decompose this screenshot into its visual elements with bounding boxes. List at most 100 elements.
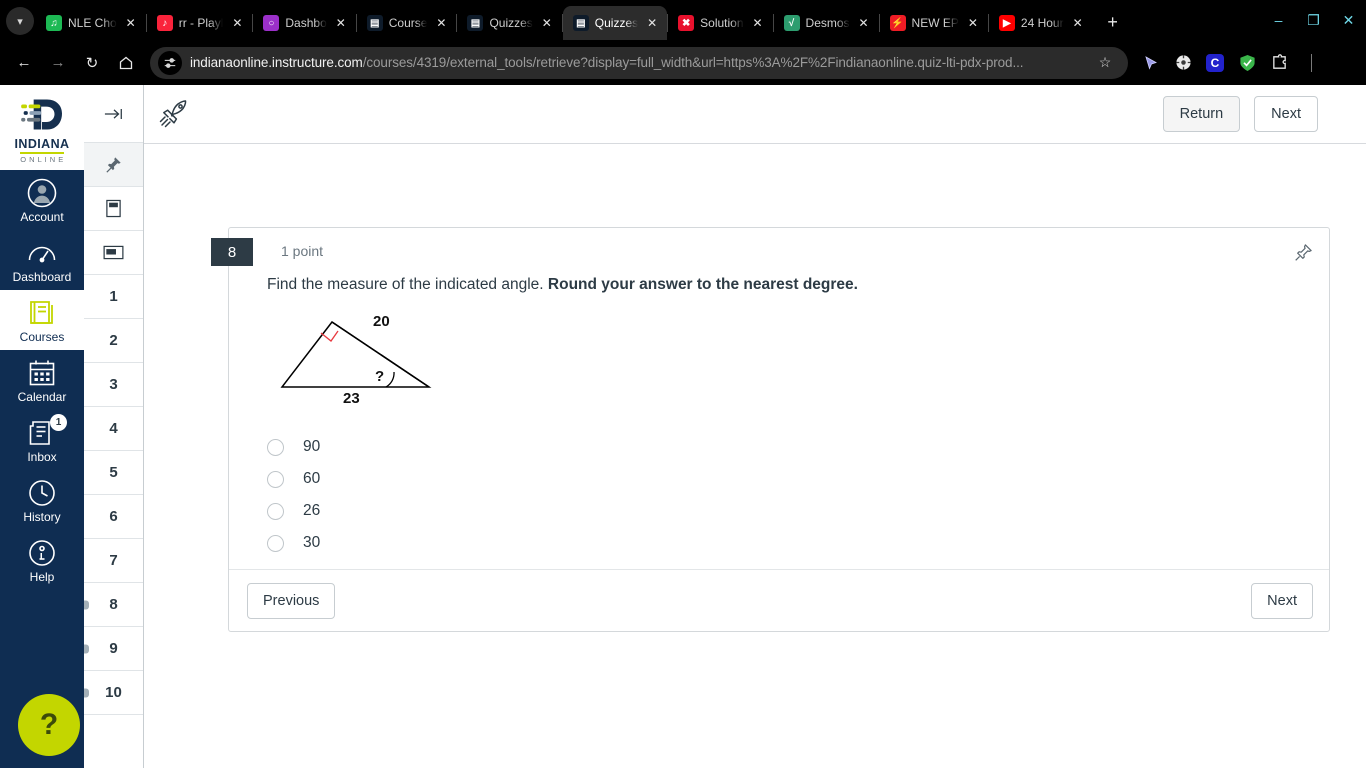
- answer-label: 26: [303, 502, 321, 519]
- tab-title: NLE Cho: [68, 16, 117, 30]
- sidebar-item-label: Inbox: [27, 450, 57, 464]
- rail-question-label: 5: [109, 464, 118, 481]
- tab-close-icon[interactable]: ✕: [229, 15, 245, 31]
- window-close-button[interactable]: ✕: [1331, 0, 1366, 40]
- rail-tool-notes[interactable]: [84, 187, 143, 231]
- rail-question-1[interactable]: 1: [84, 275, 143, 319]
- sidebar-item-help[interactable]: Help: [0, 530, 84, 590]
- answer-option[interactable]: 60: [267, 463, 1329, 495]
- tab-close-icon[interactable]: ✕: [644, 15, 660, 31]
- answer-option[interactable]: 30: [267, 527, 1329, 559]
- sidebar-item-calendar[interactable]: Calendar: [0, 350, 84, 410]
- rail-tool-display[interactable]: [84, 231, 143, 275]
- sidebar-item-history[interactable]: History: [0, 470, 84, 530]
- previous-button[interactable]: Previous: [247, 582, 336, 619]
- window-minimize-button[interactable]: –: [1261, 0, 1296, 40]
- rail-question-6[interactable]: 6: [84, 495, 143, 539]
- globe-icon[interactable]: [1168, 47, 1198, 79]
- rail-question-8[interactable]: 8: [84, 583, 143, 627]
- next-button-bottom[interactable]: Next: [1251, 582, 1313, 619]
- sidebar-item-dashboard[interactable]: Dashboard: [0, 230, 84, 290]
- question-flag-marker: [84, 688, 89, 697]
- tab-title: Quizzes: [489, 16, 533, 30]
- question-card-footer: Previous Next: [229, 569, 1329, 631]
- question-card: 8 1 point Find the measure of the indica…: [211, 227, 1330, 632]
- question-flag-marker: [84, 644, 89, 653]
- tab-close-icon[interactable]: ✕: [333, 15, 349, 31]
- new-tab-button[interactable]: +: [1099, 8, 1127, 36]
- reload-button[interactable]: ↻: [76, 47, 108, 79]
- tab-close-icon[interactable]: ✕: [539, 15, 555, 31]
- rail-question-9[interactable]: 9: [84, 627, 143, 671]
- home-button[interactable]: [110, 47, 142, 79]
- browser-tab[interactable]: ▤ Quizzes ✕: [457, 6, 561, 40]
- radio-button[interactable]: [267, 502, 284, 520]
- browser-tab[interactable]: ▤ Course ✕: [357, 6, 457, 40]
- rail-question-10[interactable]: 10: [84, 671, 143, 715]
- calendar-icon: [27, 358, 57, 388]
- browser-tab[interactable]: ▤ Quizzes ✕: [562, 6, 668, 40]
- sidebar-item-inbox[interactable]: Inbox 1: [0, 410, 84, 470]
- note-card-icon: [106, 199, 121, 218]
- browser-tab[interactable]: ○ Dashbo ✕: [253, 6, 355, 40]
- tab-close-icon[interactable]: ✕: [1070, 15, 1086, 31]
- collapse-panel-icon[interactable]: [84, 85, 143, 143]
- tab-search-chevron-down-icon[interactable]: ▾: [6, 7, 34, 35]
- puzzle-icon[interactable]: [1264, 47, 1294, 79]
- quiz-main: Return Next 8 1 point Find the measure o…: [144, 85, 1366, 768]
- back-button[interactable]: ←: [8, 47, 40, 79]
- star-icon[interactable]: ☆: [1092, 47, 1118, 79]
- rail-question-7[interactable]: 7: [84, 539, 143, 583]
- help-bubble-button[interactable]: ?: [18, 694, 80, 756]
- clock-icon: [27, 478, 57, 508]
- tab-close-icon[interactable]: ✕: [750, 15, 766, 31]
- radio-button[interactable]: [267, 534, 284, 552]
- tab-close-icon[interactable]: ✕: [433, 15, 449, 31]
- extension-c-icon[interactable]: C: [1200, 47, 1230, 79]
- radio-button[interactable]: [267, 470, 284, 488]
- toolbar-divider: [1296, 47, 1326, 79]
- logo-text-line2: O N L I N E: [20, 151, 64, 164]
- indiana-online-logo[interactable]: INDIANA O N L I N E: [0, 85, 84, 170]
- quiz-question-rail: 1 2 3 4 5 6 7 8 9 10: [84, 85, 144, 768]
- question-points: 1 point: [281, 243, 324, 259]
- rail-question-2[interactable]: 2: [84, 319, 143, 363]
- tab-title: 24 Hour: [1020, 16, 1064, 30]
- address-bar[interactable]: indianaonline.instructure.com/courses/43…: [150, 46, 1128, 79]
- window-maximize-button[interactable]: ❐: [1296, 0, 1331, 40]
- tab-close-icon[interactable]: ✕: [856, 15, 872, 31]
- browser-tab[interactable]: √ Desmos ✕: [774, 6, 879, 40]
- tab-title: Dashbo: [285, 16, 327, 30]
- browser-tab[interactable]: ⚡ NEW EP ✕: [880, 6, 988, 40]
- rail-question-numbers: 1 2 3 4 5 6 7 8 9 10: [84, 275, 143, 715]
- site-settings-icon[interactable]: [158, 50, 182, 75]
- pushpin-outline-icon[interactable]: [1291, 240, 1315, 264]
- dashboard-gauge-icon: [27, 238, 57, 268]
- rail-question-label: 7: [109, 552, 118, 569]
- rocket-icon[interactable]: [144, 85, 204, 144]
- tab-close-icon[interactable]: ✕: [965, 15, 981, 31]
- menu-kebab-icon[interactable]: ⋮: [1328, 47, 1358, 79]
- shield-check-icon[interactable]: [1232, 47, 1262, 79]
- browser-tab[interactable]: ♫ NLE Cho ✕: [36, 6, 146, 40]
- sidebar-item-account[interactable]: Account: [0, 170, 84, 230]
- rail-tool-pin[interactable]: [84, 143, 143, 187]
- prompt-plain-text: Find the measure of the indicated angle.: [267, 276, 548, 293]
- browser-tab[interactable]: ▶ 24 Hour ✕: [989, 6, 1093, 40]
- answer-option[interactable]: 90: [267, 431, 1329, 463]
- answer-option[interactable]: 26: [267, 495, 1329, 527]
- rail-question-3[interactable]: 3: [84, 363, 143, 407]
- return-button[interactable]: Return: [1162, 96, 1241, 132]
- browser-toolbar: ← → ↻ indianaonline.instructure.com/cour…: [0, 40, 1366, 85]
- radio-button[interactable]: [267, 438, 284, 456]
- cursor-icon[interactable]: [1136, 47, 1166, 79]
- tab-close-icon[interactable]: ✕: [123, 15, 139, 31]
- rail-question-4[interactable]: 4: [84, 407, 143, 451]
- next-button-top[interactable]: Next: [1254, 96, 1318, 132]
- sidebar-item-courses[interactable]: Courses: [0, 290, 84, 350]
- rail-question-5[interactable]: 5: [84, 451, 143, 495]
- forward-button[interactable]: →: [42, 47, 74, 79]
- browser-tab[interactable]: ♪ rr - Playl ✕: [147, 6, 253, 40]
- url-text[interactable]: indianaonline.instructure.com/courses/43…: [190, 55, 1092, 70]
- browser-tab[interactable]: ✖ Solution ✕: [668, 6, 772, 40]
